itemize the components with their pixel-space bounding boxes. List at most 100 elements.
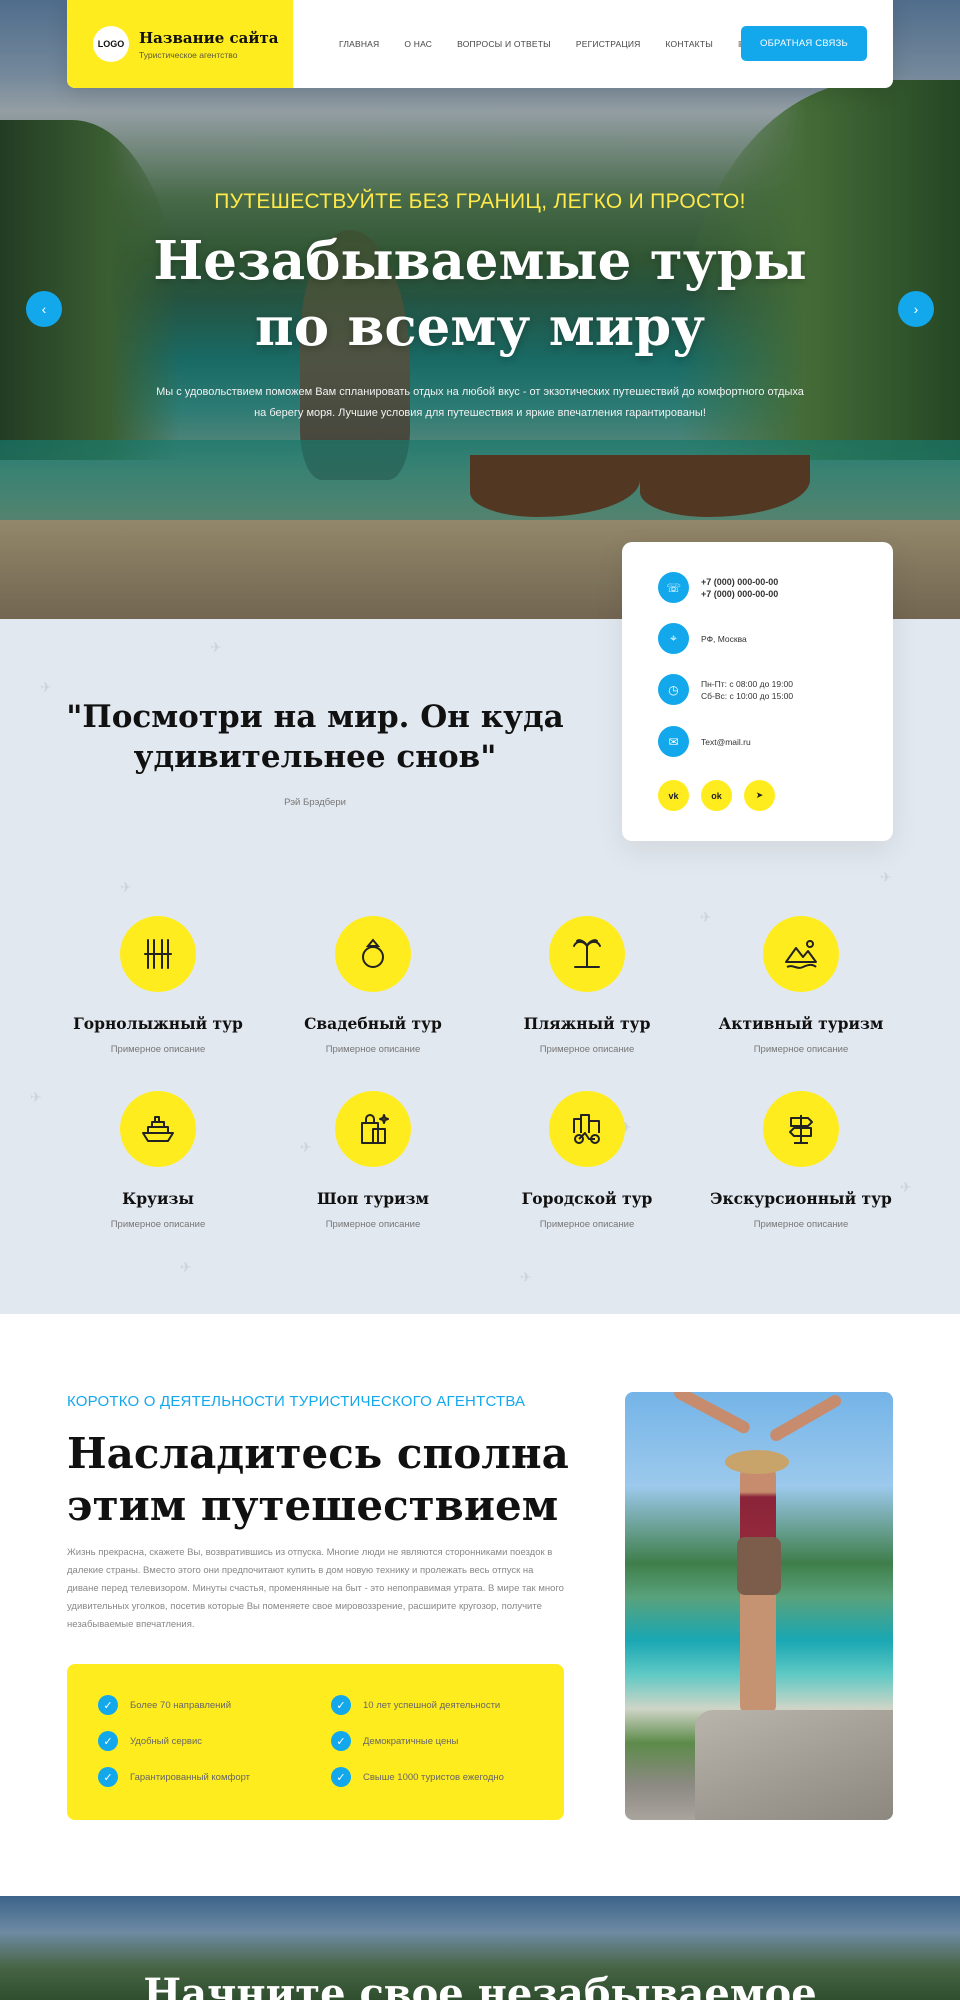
feature-item: ✓ Свыше 1000 туристов ежегодно [331,1767,504,1787]
feature-item: ✓ Более 70 направлений [98,1695,231,1715]
photo-arm [672,1392,752,1436]
nav-item-about[interactable]: О НАС [404,39,432,49]
about-text: Жизнь прекрасна, скажете Вы, возвративши… [67,1547,564,1630]
check-icon: ✓ [98,1767,118,1787]
service-title: Пляжный тур [523,1014,651,1033]
traveler-photo [625,1392,893,1820]
service-card[interactable]: Пляжный тур Примерное описание [480,916,694,1055]
location-icon: ⌖ [658,623,689,654]
service-title: Шоп туризм [317,1189,429,1208]
check-icon: ✓ [98,1731,118,1751]
service-card[interactable]: Городской тур Примерное описание [480,1091,694,1230]
service-card[interactable]: Активный туризм Примерное описание [694,916,908,1055]
hero-content: ПУТЕШЕСТВУЙТЕ БЕЗ ГРАНИЦ, ЛЕГКО И ПРОСТО… [0,190,960,424]
nav-item-register[interactable]: РЕГИСТРАЦИЯ [576,39,641,49]
feature-label: Удобный сервис [130,1735,203,1747]
ski-icon [120,916,196,992]
service-card[interactable]: Круизы Примерное описание [51,1091,265,1230]
hero-description: Мы с удовольствием поможем Вам спланиров… [156,386,804,419]
service-title: Активный туризм [718,1014,884,1033]
service-desc: Примерное описание [753,1044,849,1055]
feature-label: 10 лет успешной деятельности [363,1699,501,1711]
plane-icon: ✈ [880,869,892,885]
service-desc: Примерное описание [325,1219,421,1230]
phone-icon: ☏ [658,572,689,603]
photo-backpack [737,1537,781,1595]
quote-block: "Посмотри на мир. Он куда удивительнее с… [60,697,570,808]
feature-label: Демократичные цены [363,1735,459,1747]
logo[interactable]: LOGO [93,26,129,62]
hero-kicker: ПУТЕШЕСТВУЙТЕ БЕЗ ГРАНИЦ, ЛЕГКО И ПРОСТО… [214,190,746,213]
palm-icon [549,916,625,992]
photo-arm [768,1392,844,1444]
contact-email[interactable]: ✉ Text@mail.ru [658,726,751,757]
ship-icon [120,1091,196,1167]
about-kicker: КОРОТКО О ДЕЯТЕЛЬНОСТИ ТУРИСТИЧЕСКОГО АГ… [67,1393,526,1410]
contact-phone[interactable]: ☏ +7 (000) 000-00-00 +7 (000) 000-00-00 [658,572,778,603]
nav-item-home[interactable]: ГЛАВНАЯ [339,39,379,49]
service-card[interactable]: Экскурсионный тур Примерное описание [694,1091,908,1230]
service-desc: Примерное описание [539,1219,635,1230]
plane-icon: ✈ [180,1259,192,1275]
cta-banner: Начните свое незабываемое [0,1896,960,2000]
city-bike-icon [549,1091,625,1167]
service-title: Городской тур [521,1189,653,1208]
plane-icon: ✈ [40,679,52,695]
ring-icon [335,916,411,992]
brand-block[interactable]: LOGO Название сайта Туристическое агентс… [67,0,293,88]
hours-line: Сб-Вс: с 10:00 до 15:00 [701,690,794,701]
check-icon: ✓ [331,1695,351,1715]
banner-title: Начните свое незабываемое [143,1970,817,2000]
service-card[interactable]: Свадебный тур Примерное описание [266,916,480,1055]
vk-icon[interactable]: vk [658,780,689,811]
service-desc: Примерное описание [110,1044,206,1055]
service-desc: Примерное описание [110,1219,206,1230]
about-title: Насладитесь сполна этим путешествием [67,1428,587,1532]
contact-address: ⌖ РФ, Москва [658,623,747,654]
check-icon: ✓ [331,1731,351,1751]
telegram-icon[interactable]: ➤ [744,780,775,811]
about-title-line: этим путешествием [67,1481,559,1530]
service-card[interactable]: Горнолыжный тур Примерное описание [51,916,265,1055]
phone-number[interactable]: +7 (000) 000-00-00 [701,577,778,587]
feature-item: ✓ Удобный сервис [98,1731,202,1751]
feature-label: Более 70 направлений [130,1699,232,1711]
service-desc: Примерное описание [753,1219,849,1230]
nav-item-contacts[interactable]: КОНТАКТЫ [666,39,713,49]
check-icon: ✓ [331,1767,351,1787]
site-header: LOGO Название сайта Туристическое агентс… [67,0,893,88]
service-desc: Примерное описание [539,1044,635,1055]
service-title: Круизы [122,1189,194,1208]
hero-title-line: по всему миру [254,296,706,358]
quote-author: Рэй Брэдбери [284,797,346,808]
hours-text: Пн-Пт: с 08:00 до 19:00 Сб-Вс: с 10:00 д… [701,678,793,702]
chevron-right-icon: › [913,301,919,317]
phone-number[interactable]: +7 (000) 000-00-00 [701,589,778,599]
slider-next-button[interactable]: › [898,291,934,327]
plane-icon: ✈ [120,879,132,895]
feature-label: Гарантированный комфорт [130,1771,251,1783]
site-tagline: Туристическое агентство [139,49,238,60]
feature-item: ✓ 10 лет успешной деятельности [331,1695,500,1715]
contact-hours: ◷ Пн-Пт: с 08:00 до 19:00 Сб-Вс: с 10:00… [658,674,793,705]
plane-icon: ✈ [30,1089,42,1105]
site-name: Название сайта [139,28,279,47]
address-text: РФ, Москва [701,633,747,644]
plane-icon: ✈ [210,639,222,655]
service-title: Свадебный тур [304,1014,442,1033]
odnoklassniki-icon[interactable]: ok [701,780,732,811]
hero-section: ПУТЕШЕСТВУЙТЕ БЕЗ ГРАНИЦ, ЛЕГКО И ПРОСТО… [0,0,960,619]
check-icon: ✓ [98,1695,118,1715]
email-text[interactable]: Text@mail.ru [701,736,751,748]
quote-text: "Посмотри на мир. Он куда удивительнее с… [66,699,564,775]
feedback-button[interactable]: ОБРАТНАЯ СВЯЗЬ [741,26,867,61]
nav-item-faq[interactable]: ВОПРОСЫ И ОТВЕТЫ [457,39,551,49]
slider-prev-button[interactable]: ‹ [26,291,62,327]
features-box: ✓ Более 70 направлений ✓ 10 лет успешной… [67,1664,564,1820]
service-desc: Примерное описание [325,1044,421,1055]
hours-line: Пн-Пт: с 08:00 до 19:00 [701,678,793,689]
feature-item: ✓ Гарантированный комфорт [98,1767,250,1787]
mountain-icon [763,916,839,992]
service-card[interactable]: Шоп туризм Примерное описание [266,1091,480,1230]
hero-title-line: Незабываемые туры [153,230,807,292]
